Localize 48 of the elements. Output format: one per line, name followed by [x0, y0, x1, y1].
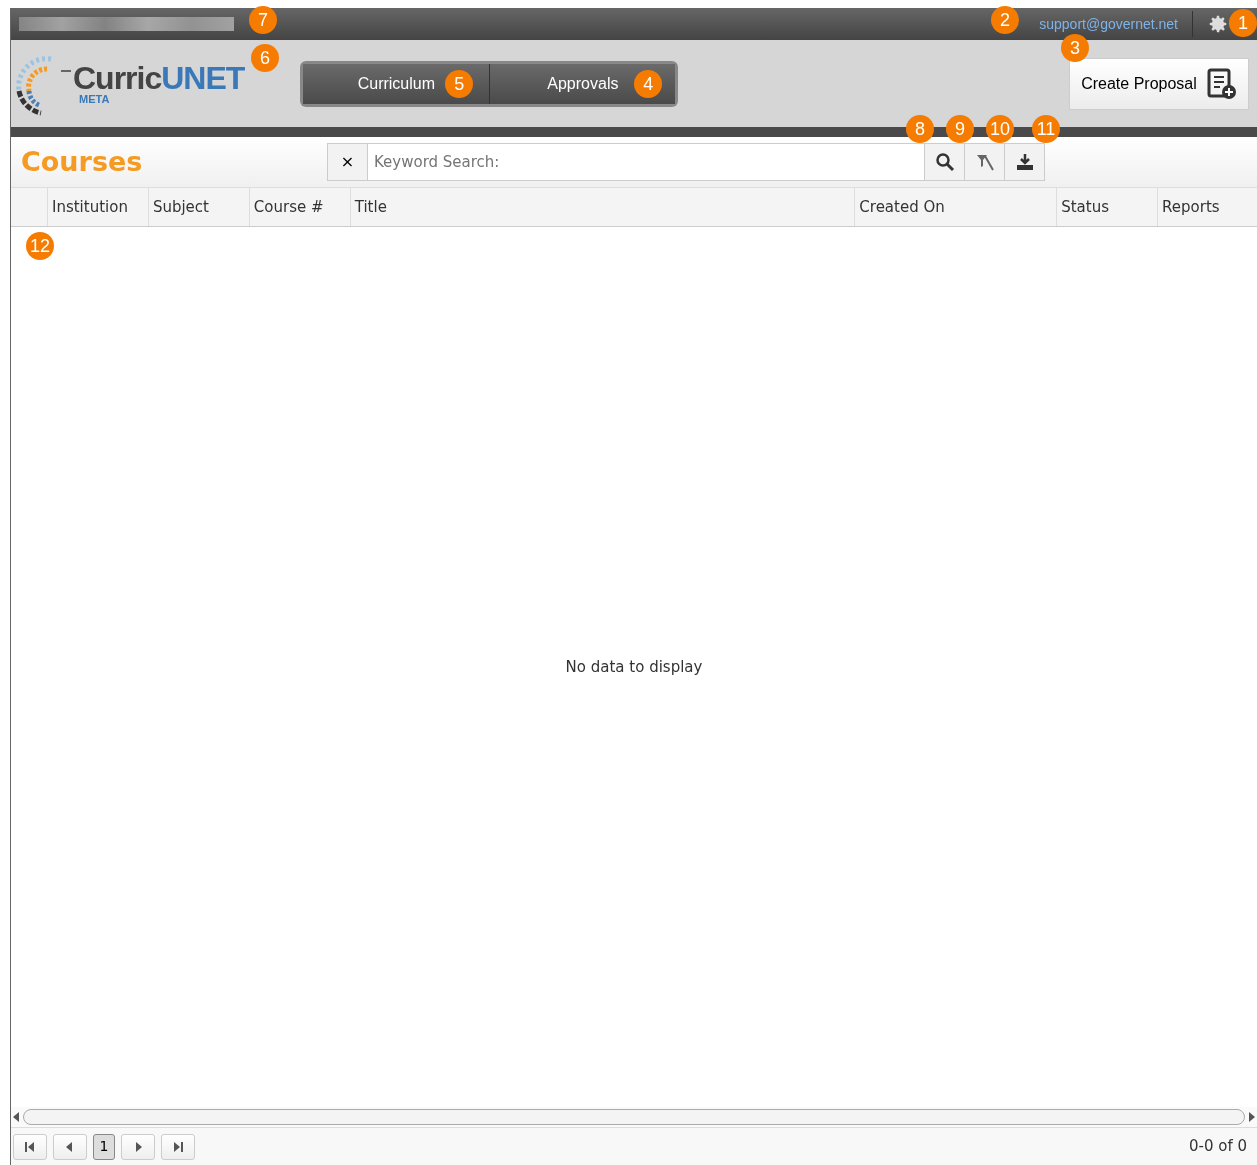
nav-tab[interactable]: Curriculum 5 [303, 63, 490, 104]
page-number-button[interactable]: 1 [93, 1133, 115, 1160]
callout-marker: 9 [946, 115, 974, 143]
first-page-icon [25, 1141, 35, 1152]
callout-marker: 6 [251, 44, 279, 72]
next-page-button[interactable] [121, 1133, 155, 1160]
last-page-button[interactable] [161, 1133, 195, 1160]
download-tray-icon [1014, 152, 1035, 172]
right-triangle-icon [133, 1141, 143, 1152]
clear-filter-button[interactable] [964, 144, 1004, 180]
callout-marker: 3 [1061, 34, 1089, 62]
clear-search-button[interactable]: × [328, 144, 368, 180]
nav-tab[interactable]: Approvals 4 [489, 63, 676, 104]
search-button[interactable] [924, 144, 964, 180]
callout-marker: 1 [1229, 9, 1257, 37]
search-icon [934, 152, 955, 172]
page-title: Courses [20, 144, 144, 179]
horizontal-scrollbar[interactable] [23, 1109, 1245, 1125]
column-header[interactable]: Reports [1157, 188, 1257, 226]
empty-message: No data to display [565, 656, 703, 678]
callout-marker: 8 [906, 115, 934, 143]
first-page-button[interactable] [13, 1133, 47, 1160]
callout-marker: 12 [26, 232, 54, 260]
callout-marker: 11 [1032, 115, 1060, 143]
column-header[interactable]: Title [349, 188, 855, 226]
column-header[interactable]: Institution [46, 188, 148, 226]
column-header[interactable]: Course # [248, 188, 350, 226]
filter-off-icon [974, 152, 995, 172]
keyword-search-field[interactable]: × Keyword Search: [327, 143, 1045, 181]
create-proposal-button[interactable]: Create Proposal [1069, 57, 1249, 110]
callout-marker: 5 [445, 69, 474, 98]
previous-page-button[interactable] [53, 1133, 87, 1160]
column-header[interactable]: Created On [854, 188, 1057, 226]
callout-marker: 2 [991, 6, 1019, 34]
callout-marker: 4 [634, 69, 663, 98]
callout-marker: 7 [249, 6, 277, 34]
export-button[interactable] [1004, 144, 1044, 180]
left-triangle-icon [65, 1141, 75, 1152]
column-header[interactable]: Subject [147, 188, 249, 226]
document-plus-icon [1206, 67, 1237, 100]
page-summary: 0-0 of 0 [1188, 1136, 1247, 1158]
scroll-left-icon[interactable] [13, 1112, 19, 1122]
column-header[interactable]: Status [1056, 188, 1158, 226]
logo-wordmark: CurricUNET [73, 62, 245, 94]
logo-subtitle: META [79, 94, 111, 105]
last-page-icon [173, 1141, 183, 1152]
callout-marker: 10 [986, 115, 1014, 143]
scroll-right-icon[interactable] [1249, 1112, 1255, 1122]
